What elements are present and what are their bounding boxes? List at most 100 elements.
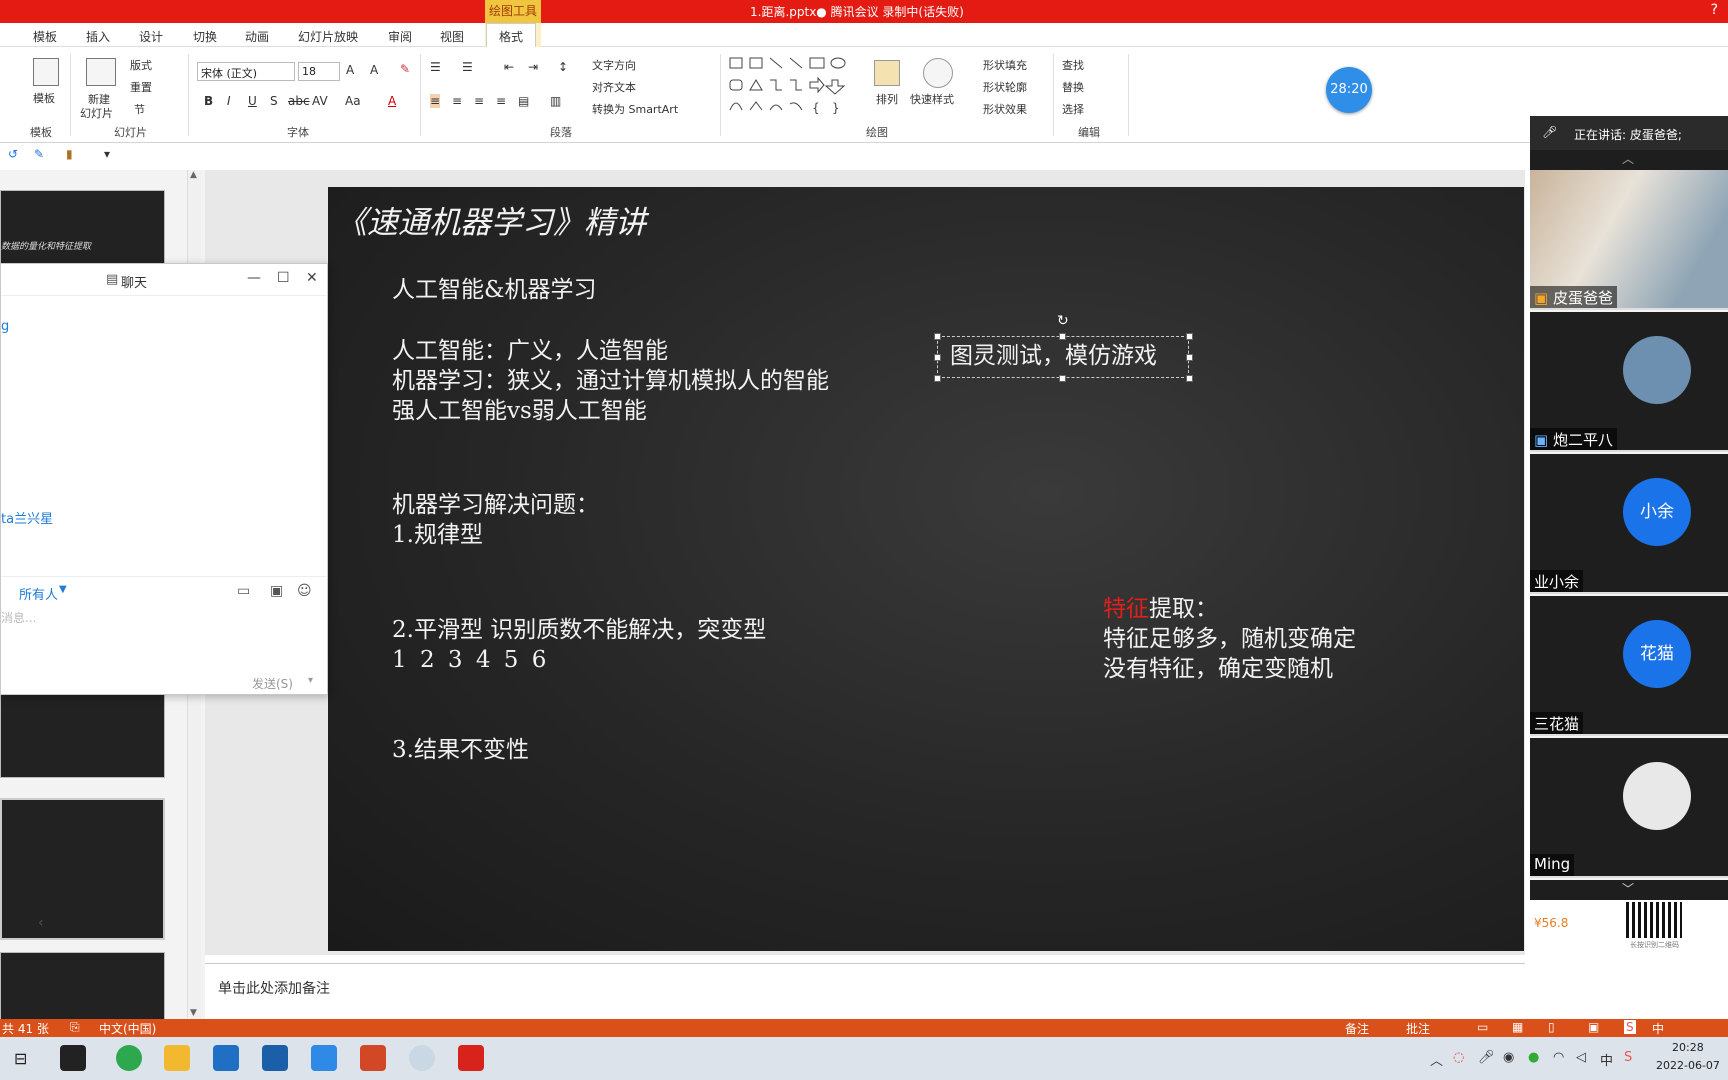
ad-banner[interactable]: ¥56.8 长按识别二维码 <box>1530 900 1728 954</box>
tab-slideshow[interactable]: 幻灯片放映 <box>298 28 358 45</box>
slide-text-line[interactable]: 机器学习：狭义，通过计算机模拟人的智能 <box>392 366 829 396</box>
chevron-up-icon[interactable]: ︿ <box>1622 150 1634 167</box>
scroll-up-area[interactable]: ︿ <box>1530 150 1728 170</box>
distributed-icon[interactable]: ▤ <box>518 94 529 108</box>
font-size-combo[interactable]: 18 <box>298 62 340 81</box>
new-slide-label-2[interactable]: 幻灯片 <box>80 105 113 121</box>
reading-view-icon[interactable]: ▯ <box>1548 1020 1555 1034</box>
slide-text-line[interactable]: 2.平滑型 识别质数不能解决，突变型 <box>392 615 766 645</box>
tray-app-icon[interactable]: ◌ <box>1453 1050 1464 1065</box>
powerpoint-icon[interactable] <box>360 1045 386 1071</box>
snipping-icon[interactable] <box>409 1045 435 1071</box>
strikethrough-icon[interactable]: abc <box>288 94 310 108</box>
template-icon[interactable] <box>33 58 59 86</box>
align-left-icon[interactable]: ≡ <box>430 94 441 108</box>
text-direction-button[interactable]: 文字方向 <box>592 57 636 73</box>
tab-animation[interactable]: 动画 <box>245 28 269 45</box>
shape-effect-button[interactable]: 形状效果 <box>983 101 1027 117</box>
resize-handle[interactable] <box>934 354 941 361</box>
slide-text-line[interactable]: 强人工智能vs弱人工智能 <box>392 396 647 426</box>
tab-review[interactable]: 审阅 <box>388 28 412 45</box>
tray-mic-icon[interactable]: 🎤︎ <box>1478 1050 1495 1065</box>
redo-icon[interactable]: ↺ <box>8 147 18 161</box>
sogou-ime-icon[interactable]: S <box>1624 1020 1636 1034</box>
chevron-down-icon[interactable]: ﹀ <box>1622 880 1634 897</box>
minimize-icon[interactable]: — <box>247 270 261 286</box>
tray-app-icon[interactable]: ◉ <box>1503 1050 1514 1065</box>
scroll-up-icon[interactable]: ▲ <box>190 170 197 180</box>
notes-toggle[interactable]: 备注 <box>1345 1020 1369 1037</box>
slide-text-line[interactable]: 特征足够多，随机变确定 <box>1103 624 1356 654</box>
slide-thumbnail[interactable] <box>0 952 165 1022</box>
slide-title[interactable]: 《速通机器学习》精讲 <box>336 203 646 243</box>
meeting-timer-badge[interactable]: 28:20 <box>1326 67 1372 113</box>
convert-smartart-button[interactable]: 转换为 SmartArt <box>592 101 678 117</box>
pdf-icon[interactable] <box>458 1045 484 1071</box>
message-input[interactable]: 消息... <box>1 609 36 626</box>
slide-text-line[interactable]: 1 2 3 4 5 6 <box>392 645 549 675</box>
participant-tile[interactable]: 小余 业小余 <box>1530 454 1728 594</box>
slide-text-line[interactable]: 3.结果不变性 <box>392 735 529 765</box>
normal-view-icon[interactable]: ▭ <box>1477 1020 1488 1034</box>
align-center-icon[interactable]: ≡ <box>452 94 462 108</box>
grow-font-icon[interactable]: A <box>346 63 354 77</box>
slide-text-line[interactable]: 人工智能&机器学习 <box>392 275 596 305</box>
find-button[interactable]: 查找 <box>1062 57 1084 73</box>
columns-icon[interactable]: ▥ <box>550 94 561 108</box>
pen-icon[interactable]: ✎ <box>34 147 44 161</box>
tab-template[interactable]: 模板 <box>33 28 57 45</box>
clock-time[interactable]: 20:28 <box>1672 1041 1704 1054</box>
screenshot-icon[interactable]: ▣ <box>270 583 283 599</box>
resize-handle[interactable] <box>1186 333 1193 340</box>
close-icon[interactable]: ✕ <box>306 270 318 286</box>
section-button[interactable]: 节 <box>134 101 145 117</box>
chevron-down-icon[interactable]: ▼ <box>59 584 67 595</box>
slide-text-line[interactable]: 机器学习解决问题： <box>392 490 599 520</box>
resize-handle[interactable] <box>1059 333 1066 340</box>
change-case-icon[interactable]: Aa <box>345 94 361 108</box>
shape-fill-button[interactable]: 形状填充 <box>983 57 1027 73</box>
participant-tile[interactable]: Ming <box>1530 738 1728 878</box>
char-spacing-icon[interactable]: AV <box>312 94 328 108</box>
browser-icon[interactable] <box>116 1045 142 1071</box>
recipient-select[interactable]: 所有人 <box>19 584 58 603</box>
slideshow-icon[interactable]: ▣ <box>1588 1020 1599 1034</box>
reset-button[interactable]: 重置 <box>130 79 152 95</box>
notes-pane[interactable]: 单击此处添加备注 <box>205 963 1525 1018</box>
arrange-icon[interactable] <box>874 60 900 86</box>
line-spacing-icon[interactable]: ↕ <box>558 60 568 74</box>
send-button[interactable]: 发送(S) <box>252 675 293 692</box>
help-icon[interactable]: ? <box>1711 2 1718 18</box>
wifi-icon[interactable]: ◠ <box>1553 1050 1564 1065</box>
slide-canvas[interactable]: 《速通机器学习》精讲 人工智能&机器学习 人工智能：广义，人造智能 机器学习：狭… <box>328 187 1524 951</box>
tab-insert[interactable]: 插入 <box>86 28 110 45</box>
clock-date[interactable]: 2022-06-07 <box>1656 1059 1720 1072</box>
slide-text-line[interactable]: 人工智能：广义，人造智能 <box>392 336 668 366</box>
customize-qat-icon[interactable]: ▾ <box>104 147 110 161</box>
align-right-icon[interactable]: ≡ <box>474 94 484 108</box>
slide-text-line[interactable]: 特征提取： <box>1103 594 1218 624</box>
shape-outline-button[interactable]: 形状轮廓 <box>983 79 1027 95</box>
rotate-handle-icon[interactable]: ↻ <box>1057 313 1069 329</box>
template-button[interactable]: 模板 <box>33 90 55 106</box>
selected-textbox-text[interactable]: 图灵测试，模仿游戏 <box>950 341 1157 371</box>
tab-transition[interactable]: 切换 <box>193 28 217 45</box>
new-slide-icon[interactable] <box>86 58 116 86</box>
resize-handle[interactable] <box>934 333 941 340</box>
bold-icon[interactable]: B <box>204 94 213 108</box>
clear-format-icon[interactable]: ✎ <box>400 62 410 76</box>
underline-icon[interactable]: U <box>248 94 257 108</box>
tab-format[interactable]: 格式 <box>486 23 537 47</box>
volume-icon[interactable]: ◁ <box>1576 1050 1586 1065</box>
send-options-icon[interactable]: ▾ <box>308 675 313 686</box>
photos-icon[interactable] <box>311 1045 337 1071</box>
resize-handle[interactable] <box>1059 375 1066 382</box>
bullets-icon[interactable]: ☰ <box>430 60 441 74</box>
sorter-view-icon[interactable]: ▦ <box>1512 1020 1523 1034</box>
slide-thumbnail[interactable] <box>0 690 165 778</box>
language-indicator[interactable]: 中文(中国) <box>99 1020 156 1037</box>
tab-view[interactable]: 视图 <box>440 28 464 45</box>
format-painter-icon[interactable]: ▮ <box>66 147 73 161</box>
quick-style-button[interactable]: 快速样式 <box>910 91 954 107</box>
slide-thumbnail[interactable]: 数据的量化和特征提取 <box>0 190 165 272</box>
